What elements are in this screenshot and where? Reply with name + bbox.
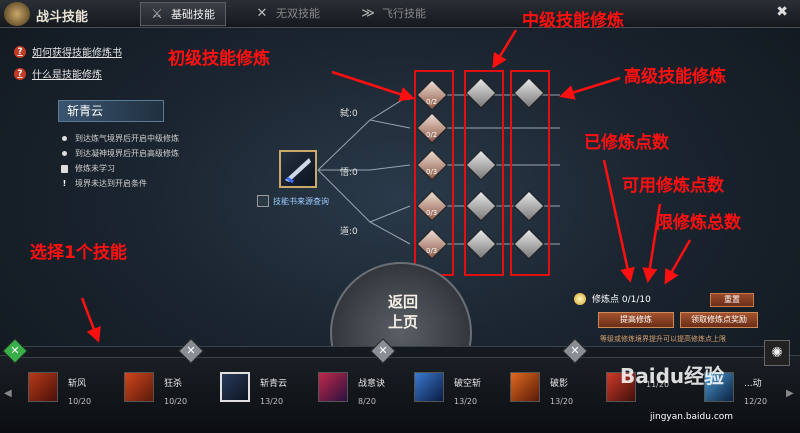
scroll-right-icon[interactable]: ▶ (786, 388, 794, 399)
scroll-left-icon[interactable]: ◀ (4, 388, 12, 399)
skill-item[interactable]: 破影 13/20 (510, 372, 573, 406)
training-points: 修炼点 0/1/10 (574, 292, 651, 305)
claim-points-reward-button[interactable]: 领取修炼点奖励 (680, 312, 758, 328)
skill-icon (318, 372, 348, 402)
skill-item[interactable]: 破空斩 13/20 (414, 372, 481, 406)
reset-button[interactable]: 重置 (710, 293, 754, 307)
skill-item[interactable]: 斩风 10/20 (28, 372, 91, 406)
points-note: 等级或修炼境界提升可以提高修炼点上限 (600, 335, 726, 343)
watermark-logo: Baidu经验 (620, 364, 725, 388)
skill-icon (220, 372, 250, 402)
skill-item-selected[interactable]: 斩青云 13/20 (220, 372, 287, 406)
skill-icon (510, 372, 540, 402)
improve-training-button[interactable]: 提高修炼 (598, 312, 674, 328)
skill-item[interactable]: 战意诀 8/20 (318, 372, 385, 406)
sun-icon (574, 292, 586, 305)
bar-end-icon[interactable]: ✺ (764, 340, 790, 366)
skill-icon (124, 372, 154, 402)
skill-icon (414, 372, 444, 402)
skill-icon (28, 372, 58, 402)
return-button-label: 返回 上页 (387, 293, 418, 331)
skill-item[interactable]: 狂杀 10/20 (124, 372, 187, 406)
watermark-url: jingyan.baidu.com (650, 412, 734, 422)
